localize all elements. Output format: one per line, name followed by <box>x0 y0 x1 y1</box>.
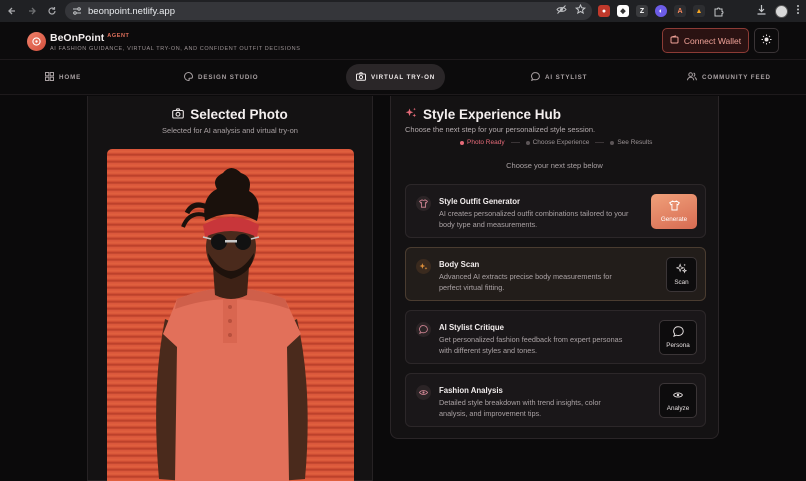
step-see-results: See Results <box>610 139 652 146</box>
extension-planet-icon[interactable]: ◐ <box>655 5 667 17</box>
download-icon[interactable] <box>756 2 767 20</box>
card-description: AI creates personalized outfit combinati… <box>439 209 629 229</box>
extension-fox-icon[interactable]: ▲ <box>693 5 705 17</box>
nav-ai-stylist-label: AI STYLIST <box>545 73 588 81</box>
scan-button[interactable]: Scan <box>666 257 697 292</box>
selected-photo-title: Selected Photo <box>190 107 288 122</box>
site-settings-icon[interactable] <box>68 2 86 20</box>
eye-icon <box>416 385 431 400</box>
nav-home-label: HOME <box>59 73 82 81</box>
generate-button-label: Generate <box>660 216 688 223</box>
extensions-puzzle-icon[interactable] <box>712 5 724 17</box>
main-nav: HOME DESIGN STUDIO VIRTUAL TRY-ON AI STY… <box>0 60 806 95</box>
step-photo-ready: Photo Ready <box>460 139 505 146</box>
brand-tagline: AI FASHION GUIDANCE, VIRTUAL TRY-ON, AND… <box>50 46 301 52</box>
eye-icon <box>672 390 684 402</box>
connect-wallet-label: Connect Wallet <box>683 35 742 46</box>
address-bar[interactable]: beonpoint.netlify.app <box>65 2 592 20</box>
step-divider <box>510 142 520 143</box>
bookmark-star-icon[interactable] <box>574 2 587 20</box>
selected-photo-panel: Selected Photo Selected for AI analysis … <box>87 96 373 481</box>
sparkles-icon <box>416 259 431 274</box>
nav-design-studio-label: DESIGN STUDIO <box>198 73 259 81</box>
eye-off-icon[interactable] <box>556 2 567 20</box>
forward-icon[interactable] <box>22 0 42 22</box>
scan-button-label: Scan <box>674 279 689 286</box>
card-style-outfit-generator[interactable]: Style Outfit Generator AI creates person… <box>405 184 706 238</box>
nav-virtual-try-on[interactable]: VIRTUAL TRY-ON <box>346 64 446 90</box>
persona-button-label: Persona <box>666 342 690 349</box>
selected-photo-subtitle: Selected for AI analysis and virtual try… <box>162 126 298 135</box>
card-ai-stylist-critique[interactable]: AI Stylist Critique Get personalized fas… <box>405 310 706 364</box>
nav-home[interactable]: HOME <box>45 64 81 90</box>
style-hub-panel: Style Experience Hub Choose the next ste… <box>390 96 719 439</box>
nav-ai-stylist[interactable]: AI STYLIST <box>530 64 588 90</box>
progress-steps: Photo Ready Choose Experience See Result… <box>460 139 652 146</box>
grid-icon <box>45 71 54 83</box>
card-title: Body Scan <box>439 260 480 269</box>
analyze-button[interactable]: Analyze <box>659 383 697 418</box>
extension-a-icon[interactable]: A <box>674 5 686 17</box>
card-title: Fashion Analysis <box>439 386 503 395</box>
card-title: AI Stylist Critique <box>439 323 504 332</box>
url-text: beonpoint.netlify.app <box>88 5 175 17</box>
step-label: See Results <box>617 139 653 146</box>
extension-shield-icon[interactable]: ◆ <box>617 5 629 17</box>
generate-button[interactable]: Generate <box>651 194 697 229</box>
card-description: Detailed style breakdown with trend insi… <box>439 398 601 418</box>
step-choose-experience: Choose Experience <box>525 139 590 146</box>
brand-title: BeOnPoint <box>50 32 105 44</box>
nav-community-feed[interactable]: COMMUNITY FEED <box>687 64 771 90</box>
wallet-icon <box>670 35 679 46</box>
card-fashion-analysis[interactable]: Fashion Analysis Detailed style breakdow… <box>405 373 706 427</box>
sparkles-icon <box>675 263 688 276</box>
menu-kebab-icon[interactable] <box>796 2 800 20</box>
card-title: Style Outfit Generator <box>439 197 521 206</box>
profile-avatar[interactable] <box>775 4 788 18</box>
person-photo-illustration <box>156 168 308 481</box>
card-description: Advanced AI extracts precise body measur… <box>439 272 612 292</box>
brand-name[interactable]: BeOnPoint AGENT <box>50 32 130 44</box>
camera-icon <box>172 107 185 122</box>
sun-icon <box>761 32 772 50</box>
brand-logo-icon[interactable] <box>27 32 46 51</box>
theme-toggle-button[interactable] <box>754 28 779 53</box>
camera-icon <box>356 71 366 83</box>
users-icon <box>687 71 697 83</box>
reload-icon[interactable] <box>42 0 62 22</box>
card-description: Get personalized fashion feedback from e… <box>439 335 623 355</box>
app-header: BeOnPoint AGENT AI FASHION GUIDANCE, VIRT… <box>0 22 806 60</box>
choose-next-step-text: Choose your next step below <box>506 161 603 170</box>
step-label: Photo Ready <box>467 139 505 146</box>
step-dot <box>525 140 530 145</box>
back-icon[interactable] <box>2 0 22 22</box>
extension-z-icon[interactable]: Z <box>636 5 648 17</box>
palette-icon <box>184 71 194 83</box>
persona-button[interactable]: Persona <box>659 320 697 355</box>
nav-virtual-try-on-label: VIRTUAL TRY-ON <box>371 73 436 81</box>
chat-icon <box>530 71 540 83</box>
card-body-scan[interactable]: Body Scan Advanced AI extracts precise b… <box>405 247 706 301</box>
brand-tag: AGENT <box>107 33 130 39</box>
shirt-icon <box>668 200 680 213</box>
step-dot <box>460 140 464 145</box>
style-hub-title: Style Experience Hub <box>423 107 562 122</box>
nav-community-feed-label: COMMUNITY FEED <box>702 73 771 81</box>
chat-icon <box>672 326 684 339</box>
chat-icon <box>416 322 431 337</box>
analyze-button-label: Analyze <box>666 404 690 412</box>
step-dot <box>610 140 615 145</box>
style-hub-heading: Style Experience Hub <box>405 107 561 122</box>
selected-photo-heading: Selected Photo <box>88 107 372 122</box>
step-label: Choose Experience <box>532 139 590 146</box>
connect-wallet-button[interactable]: Connect Wallet <box>662 28 749 53</box>
style-hub-subtitle: Choose the next step for your personaliz… <box>405 125 596 134</box>
browser-toolbar: beonpoint.netlify.app ● ◆ Z ◐ A ▲ <box>0 0 806 22</box>
step-divider <box>595 142 605 143</box>
shirt-icon <box>416 196 431 211</box>
nav-design-studio[interactable]: DESIGN STUDIO <box>184 64 259 90</box>
extension-red-icon[interactable]: ● <box>598 5 610 17</box>
selected-photo-image <box>107 149 354 481</box>
sparkles-icon <box>405 107 417 122</box>
